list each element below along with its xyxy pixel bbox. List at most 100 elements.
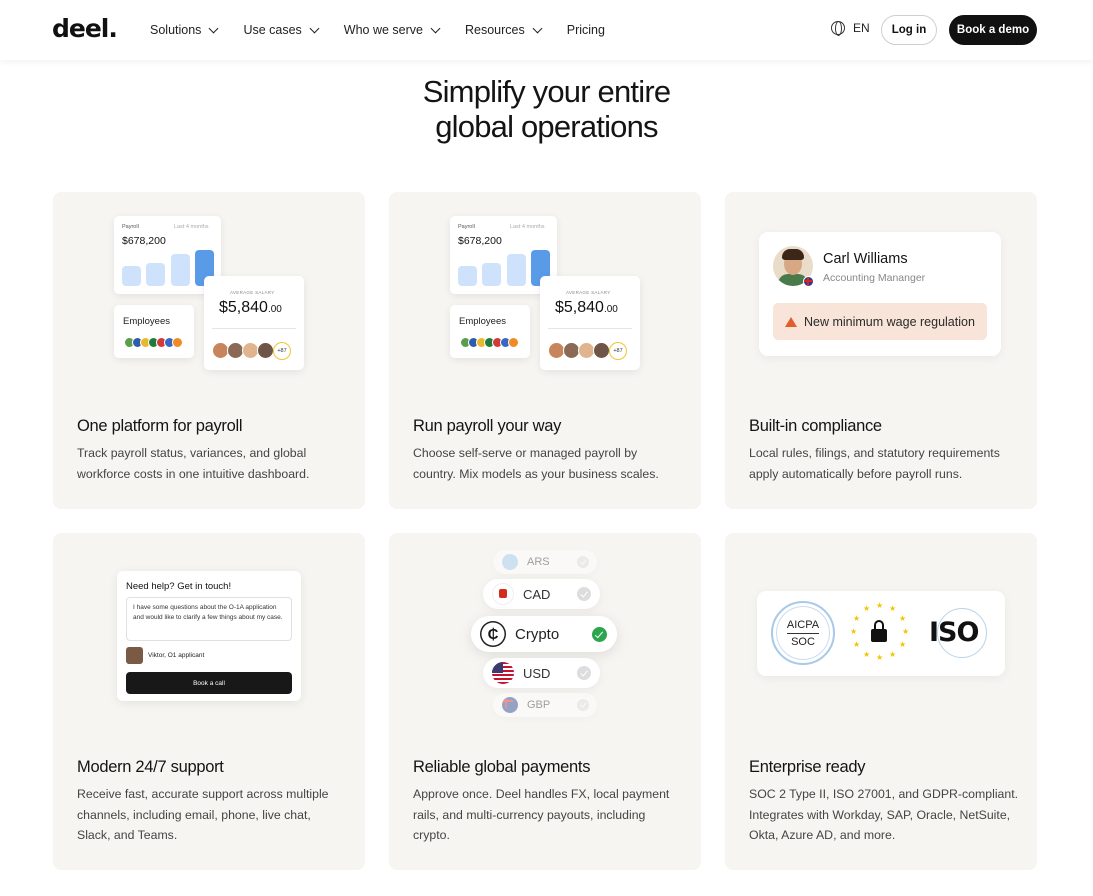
star-icon: ★ — [863, 650, 871, 659]
payroll-value: $678,200 — [458, 235, 502, 247]
card-title: One platform for payroll — [77, 417, 243, 435]
chat-user-name: Viktor, O1 applicant — [148, 652, 205, 659]
main-menu: Solutions Use cases Who we serve Resourc… — [150, 0, 631, 60]
star-icon: ★ — [899, 614, 907, 623]
star-icon: ★ — [853, 614, 861, 623]
check-icon — [592, 627, 607, 642]
divider — [548, 328, 632, 329]
currency-option-cad[interactable]: CAD — [483, 579, 600, 609]
divider — [212, 328, 296, 329]
warning-icon — [785, 316, 797, 327]
feature-card-payroll-way: Payroll Last 4 months $678,200 Employees… — [389, 192, 701, 509]
more-employees-badge: +87 — [609, 342, 627, 360]
gdpr-badge: ★ ★ ★ ★ ★ ★ ★ ★ ★ ★ ★ ★ — [849, 601, 910, 663]
book-call-button[interactable]: Book a call — [126, 672, 292, 694]
menu-who-we-serve[interactable]: Who we serve — [343, 23, 441, 37]
currency-code: GBP — [527, 699, 551, 711]
chat-message-input[interactable]: I have some questions about the O-1A app… — [126, 597, 292, 641]
menu-use-cases[interactable]: Use cases — [243, 23, 320, 37]
currency-code: USD — [523, 665, 551, 681]
payroll-label: Payroll — [122, 224, 139, 230]
avg-dollars: $5,840 — [219, 299, 268, 316]
currency-option-gbp[interactable]: GBP — [493, 693, 597, 717]
lock-icon — [871, 629, 887, 642]
more-employees-badge: +87 — [273, 342, 291, 360]
period-label: Last 4 months — [174, 224, 209, 230]
menu-label: Resources — [465, 23, 525, 37]
card-description: Track payroll status, variances, and glo… — [77, 446, 310, 481]
card-description: Approve once. Deel handles FX, local pay… — [413, 787, 670, 842]
person-name: Carl Williams — [823, 251, 908, 267]
feature-card-support: Need help? Get in touch! I have some que… — [53, 533, 365, 870]
check-icon — [577, 666, 591, 680]
deel-logo[interactable]: deel. — [52, 14, 118, 43]
currency-option-crypto[interactable]: ₵ Crypto — [471, 616, 617, 652]
menu-pricing[interactable]: Pricing — [567, 23, 605, 37]
employees-label: Employees — [123, 316, 170, 327]
star-icon: ★ — [899, 640, 907, 649]
person-role: Accounting Mananger — [823, 272, 926, 284]
uk-flag-icon — [803, 276, 814, 287]
section-heading: Simplify your entire global operations — [0, 74, 1093, 144]
book-demo-button[interactable]: Book a demo — [949, 15, 1037, 45]
employees-label: Employees — [459, 316, 506, 327]
flag-icon — [508, 337, 519, 348]
star-icon: ★ — [876, 653, 884, 662]
chevron-down-icon — [430, 23, 441, 33]
aicpa-soc-badge: AICPA SOC — [771, 601, 835, 665]
menu-resources[interactable]: Resources — [465, 23, 543, 37]
feature-card-payments: ARS CAD ₵ Crypto USD GBP Reliable global… — [389, 533, 701, 870]
payroll-bar — [482, 263, 501, 286]
check-icon — [577, 587, 591, 601]
check-icon — [577, 556, 589, 568]
avg-cents: .00 — [267, 304, 282, 315]
average-salary-label: AVERAGE SALARY — [230, 290, 275, 295]
canada-flag-icon — [492, 583, 514, 605]
menu-label: Use cases — [243, 23, 302, 37]
login-button[interactable]: Log in — [881, 15, 937, 45]
employees-panel: Employees — [450, 305, 530, 358]
argentina-flag-icon — [502, 554, 518, 570]
payroll-bar — [171, 254, 190, 286]
average-salary-panel: AVERAGE SALARY $5,840.00 +87 — [204, 276, 304, 370]
chevron-down-icon — [309, 23, 320, 33]
star-icon: ★ — [876, 601, 884, 610]
chevron-down-icon — [532, 23, 543, 33]
soc-label: SOC — [791, 635, 815, 648]
card-description: SOC 2 Type II, ISO 27001, and GDPR-compl… — [749, 787, 1019, 842]
avatar-hair — [782, 249, 804, 260]
feature-card-payroll: Payroll Last 4 months $678,200 Employees… — [53, 192, 365, 509]
star-icon: ★ — [902, 627, 910, 636]
crypto-icon: ₵ — [480, 621, 506, 647]
compliance-alert: New minimum wage regulation — [773, 303, 987, 340]
card-title: Modern 24/7 support — [77, 758, 224, 776]
user-avatar — [126, 647, 143, 664]
chevron-down-icon — [208, 23, 219, 33]
usa-flag-icon — [492, 662, 514, 684]
currency-option-ars[interactable]: ARS — [493, 550, 597, 574]
uk-flag-icon — [502, 697, 518, 713]
card-description: Receive fast, accurate support across mu… — [77, 787, 329, 842]
menu-label: Who we serve — [343, 23, 423, 37]
currency-option-usd[interactable]: USD — [483, 658, 600, 688]
star-icon: ★ — [850, 627, 858, 636]
star-icon: ★ — [889, 650, 897, 659]
star-icon: ★ — [863, 604, 871, 613]
certification-badges: AICPA SOC ★ ★ ★ ★ ★ ★ ★ ★ ★ ★ ★ ★ ISO — [757, 591, 1005, 676]
feature-card-compliance: Carl Williams Accounting Mananger New mi… — [725, 192, 1037, 509]
avg-dollars: $5,840 — [555, 299, 604, 316]
language-selector[interactable]: EN — [831, 21, 870, 36]
heading-line-1: Simplify your entire — [422, 74, 671, 109]
menu-solutions[interactable]: Solutions — [150, 23, 219, 37]
language-label: EN — [853, 21, 870, 35]
globe-icon — [831, 21, 845, 36]
support-chat-widget: Need help? Get in touch! I have some que… — [117, 571, 301, 701]
average-salary-value: $5,840.00 — [555, 299, 618, 317]
payroll-bar — [507, 254, 526, 286]
employee-avatar — [593, 342, 610, 359]
card-title: Run payroll your way — [413, 417, 562, 435]
check-icon — [577, 699, 589, 711]
menu-label: Solutions — [150, 23, 202, 37]
period-label: Last 4 months — [510, 224, 545, 230]
payroll-bar — [122, 266, 141, 286]
